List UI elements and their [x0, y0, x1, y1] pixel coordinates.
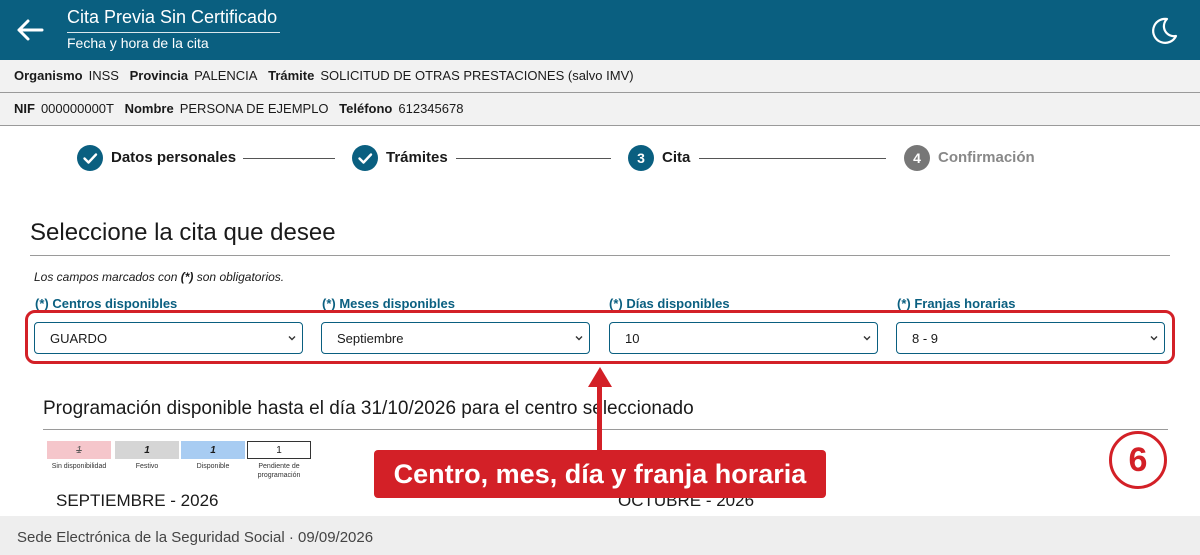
divider — [43, 429, 1168, 430]
legend-label: Pendiente de programación — [257, 463, 301, 479]
step-number-badge: 6 — [1109, 431, 1167, 489]
page-title: Cita Previa Sin Certificado — [67, 7, 278, 27]
legend-label: Disponible — [196, 463, 230, 470]
annotation-callout: Centro, mes, día y franja horaria — [374, 450, 826, 498]
legend-festivo-swatch: 1 — [115, 441, 179, 459]
step-connector — [456, 158, 611, 159]
moon-icon — [1152, 17, 1178, 44]
step-label: Trámites — [386, 149, 448, 166]
centros-label: (*) Centros disponibles — [35, 296, 178, 311]
nif-label: NIF — [14, 101, 35, 116]
meses-label: (*) Meses disponibles — [322, 296, 455, 311]
page: Cita Previa Sin Certificado Fecha y hora… — [0, 0, 1200, 555]
step-connector — [243, 158, 335, 159]
footer-text: Sede Electrónica de la Seguridad Social … — [17, 529, 374, 546]
step-connector — [699, 158, 886, 159]
telefono-value: 612345678 — [398, 101, 464, 116]
organismo-value: INSS — [88, 68, 119, 83]
legend-disponible-swatch: 1 — [181, 441, 245, 459]
check-icon — [83, 153, 98, 164]
step-number: 4 — [904, 145, 930, 171]
provincia-label: Provincia — [129, 68, 189, 83]
section-title: Seleccione la cita que desee — [30, 219, 336, 246]
theme-toggle-button[interactable] — [1147, 14, 1181, 48]
personal-info-row: NIF 000000000T Nombre PERSONA DE EJEMPLO T… — [0, 93, 1200, 126]
step-label: Datos personales — [111, 149, 237, 166]
annotation-highlight-box — [25, 310, 1175, 364]
step-number: 3 — [628, 145, 654, 171]
nombre-value: PERSONA DE EJEMPLO — [179, 101, 329, 116]
legend-label: Sin disponibilidad — [51, 463, 107, 470]
nombre-label: Nombre — [124, 101, 174, 116]
app-header: Cita Previa Sin Certificado Fecha y hora… — [0, 0, 1200, 60]
tramite-info-row: Organismo INSS Provincia PALENCIA Trámite S… — [0, 60, 1200, 93]
back-button[interactable] — [12, 12, 48, 48]
check-icon — [358, 153, 373, 164]
arrow-left-icon — [17, 19, 44, 41]
organismo-label: Organismo — [14, 68, 83, 83]
step-label: Cita — [662, 149, 691, 166]
legend-sin-disponibilidad-swatch: 1 — [47, 441, 111, 459]
required-note: Los campos marcados con (*) son obligato… — [34, 270, 285, 284]
divider — [30, 255, 1170, 256]
telefono-label: Teléfono — [339, 101, 393, 116]
month-title-september: SEPTIEMBRE - 2026 — [56, 491, 219, 510]
page-subtitle: Fecha y hora de la cita — [67, 35, 209, 51]
annotation-arrow — [597, 382, 602, 452]
legend-pendiente-swatch: 1 — [247, 441, 311, 459]
title-underline — [67, 32, 280, 33]
footer: Sede Electrónica de la Seguridad Social … — [0, 516, 1200, 555]
legend-label: Festivo — [135, 463, 159, 470]
tramite-label: Trámite — [268, 68, 315, 83]
arrow-up-icon — [588, 367, 612, 387]
tramite-value: SOLICITUD DE OTRAS PRESTACIONES (salvo I… — [320, 68, 634, 83]
step-label: Confirmación — [938, 149, 1035, 166]
franjas-label: (*) Franjas horarias — [897, 296, 1016, 311]
step-done-circle — [77, 145, 103, 171]
nif-value: 000000000T — [40, 101, 114, 116]
provincia-value: PALENCIA — [194, 68, 258, 83]
step-done-circle — [352, 145, 378, 171]
dias-label: (*) Días disponibles — [609, 296, 730, 311]
